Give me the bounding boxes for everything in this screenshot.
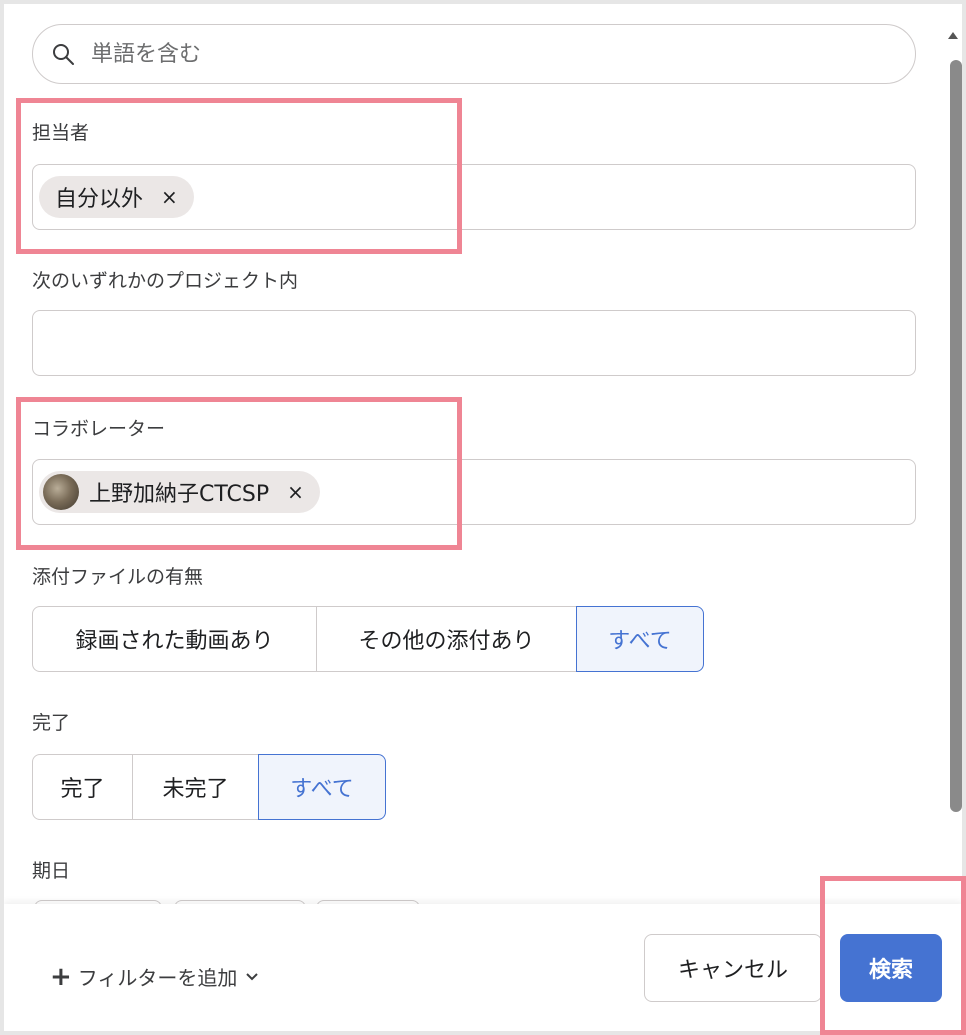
scrollbar-thumb[interactable] <box>950 60 962 812</box>
assignee-field[interactable]: 自分以外 × <box>32 164 916 230</box>
attachments-option-other[interactable]: その他の添付あり <box>316 606 577 672</box>
assignee-chip: 自分以外 × <box>39 176 194 218</box>
completion-label: 完了 <box>32 712 71 734</box>
search-button[interactable]: 検索 <box>840 934 942 1002</box>
add-filter-button[interactable]: + フィルターを追加 <box>50 962 259 991</box>
remove-assignee-icon[interactable]: × <box>161 185 178 209</box>
panel-footer: + フィルターを追加 キャンセル 検索 <box>4 904 962 1031</box>
project-label: 次のいずれかのプロジェクト内 <box>32 270 299 292</box>
completion-option-incomplete[interactable]: 未完了 <box>132 754 259 820</box>
chevron-down-icon <box>246 972 259 980</box>
assignee-chip-label: 自分以外 <box>55 187 144 212</box>
search-input[interactable] <box>89 40 873 68</box>
completion-toggle: 完了 未完了 すべて <box>32 754 386 820</box>
search-icon <box>53 44 74 65</box>
search-bar[interactable] <box>32 24 916 84</box>
attachments-option-video[interactable]: 録画された動画あり <box>32 606 317 672</box>
attachments-label: 添付ファイルの有無 <box>32 566 204 588</box>
project-field[interactable] <box>32 310 916 376</box>
completion-option-all[interactable]: すべて <box>258 754 386 820</box>
attachments-toggle: 録画された動画あり その他の添付あり すべて <box>32 606 704 672</box>
collaborator-chip: 上野加納子CTCSP × <box>39 471 320 513</box>
attachments-option-all[interactable]: すべて <box>576 606 704 672</box>
plus-icon: + <box>50 961 72 992</box>
collaborator-chip-label: 上野加納子CTCSP <box>89 482 270 507</box>
cancel-button[interactable]: キャンセル <box>644 934 822 1002</box>
collaborator-field[interactable]: 上野加納子CTCSP × <box>32 459 916 525</box>
completion-option-complete[interactable]: 完了 <box>32 754 133 820</box>
remove-collaborator-icon[interactable]: × <box>287 480 304 504</box>
scroll-up-arrow-icon[interactable] <box>948 32 958 39</box>
collaborator-label: コラボレーター <box>32 418 166 440</box>
add-filter-label: フィルターを追加 <box>77 966 238 990</box>
avatar <box>43 474 79 510</box>
search-filter-panel: 担当者 自分以外 × 次のいずれかのプロジェクト内 コラボレーター 上野加納子C… <box>4 4 962 1031</box>
due-date-label: 期日 <box>32 860 71 882</box>
assignee-label: 担当者 <box>32 122 90 144</box>
